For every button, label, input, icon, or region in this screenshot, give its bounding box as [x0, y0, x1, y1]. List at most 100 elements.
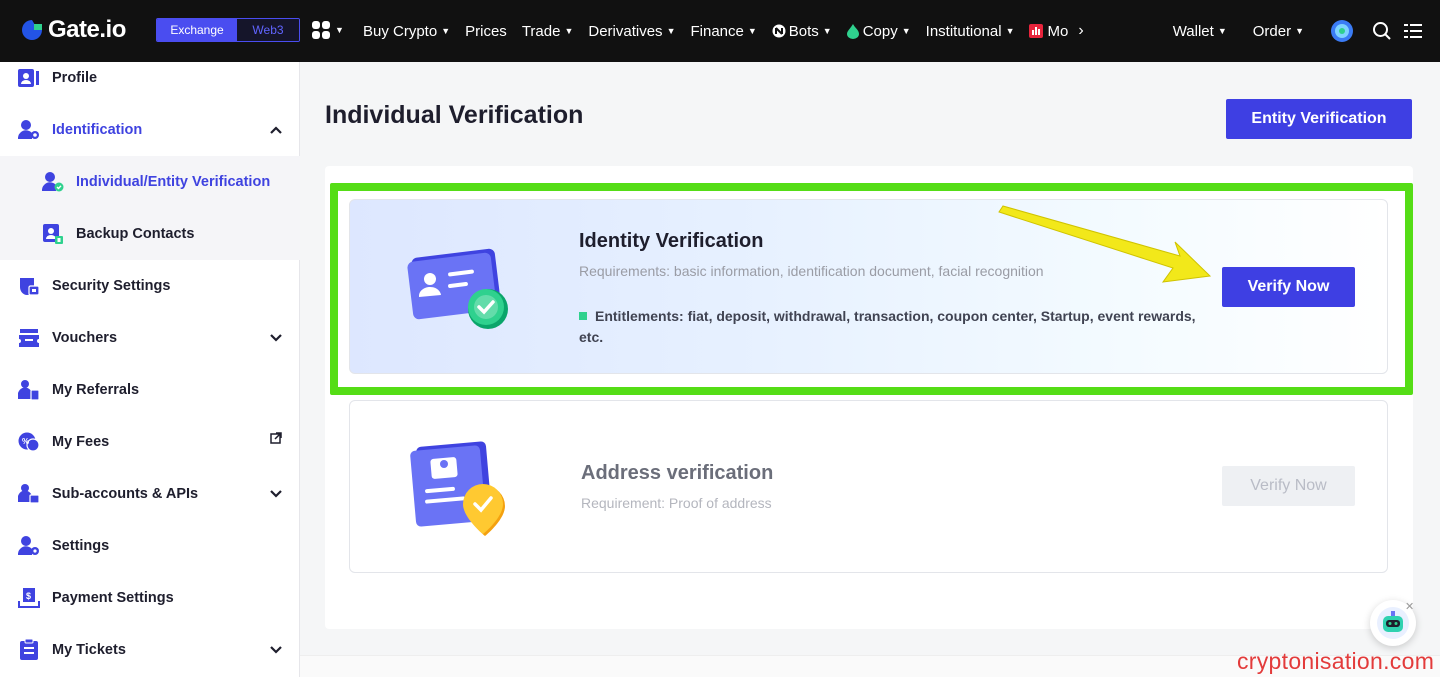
exchange-tab[interactable]: Exchange: [157, 19, 237, 41]
nav-label: Derivatives: [588, 22, 663, 40]
sidebar-item-label: Payment Settings: [52, 590, 174, 606]
chevron-down-icon: ▼: [564, 26, 574, 36]
identity-verify-now-button[interactable]: Verify Now: [1222, 267, 1355, 307]
chevron-down-icon: ▼: [666, 26, 676, 36]
payment-icon: $: [18, 587, 40, 609]
gate-logo[interactable]: Gate.io: [20, 16, 126, 44]
page-title: Individual Verification: [325, 101, 584, 129]
wallet-menu[interactable]: Wallet ▼: [1173, 23, 1227, 40]
yellow-arrow-icon: [998, 205, 1212, 283]
menu-button[interactable]: [1404, 23, 1422, 39]
sidebar-item-label: Identification: [52, 122, 143, 138]
id-card-illustration: [407, 248, 508, 329]
copy-flame-icon: [846, 23, 859, 39]
nav-bots[interactable]: Bots ▼: [772, 23, 832, 40]
sidebar-item-payment-settings[interactable]: $ Payment Settings: [0, 572, 300, 624]
sidebar-item-profile[interactable]: Profile: [0, 52, 300, 104]
svg-text:%: %: [22, 437, 29, 446]
profile-icon: [18, 67, 40, 89]
sidebar-item-label: My Referrals: [52, 382, 140, 398]
chevron-down-icon: ▼: [441, 26, 451, 36]
nav-label: Finance: [690, 22, 744, 40]
chevron-down-icon: ▼: [1005, 26, 1015, 36]
search-icon: [1373, 22, 1391, 40]
bullet-icon: [579, 312, 587, 320]
address-verify-now-button[interactable]: Verify Now: [1222, 466, 1355, 506]
nav-label: Bots: [788, 22, 819, 40]
chart-icon: [1029, 24, 1044, 38]
sidebar: Profile Identification Individual/Entity…: [0, 62, 300, 677]
sub-accounts-icon: [18, 483, 40, 505]
sidebar-item-label: Sub-accounts & APIs: [52, 486, 199, 502]
chevron-down-icon: [270, 330, 282, 346]
nav-label: Mo: [1047, 22, 1069, 40]
address-title: Address verification: [581, 462, 774, 484]
chevron-down-icon: ▼: [901, 26, 911, 36]
identification-icon: [18, 119, 40, 141]
nav-derivatives[interactable]: Derivatives ▼: [588, 23, 675, 40]
apps-menu[interactable]: ▼: [311, 20, 344, 40]
order-label: Order: [1252, 22, 1292, 40]
chevron-right-icon[interactable]: ›: [1078, 22, 1083, 40]
nav-label: Institutional: [925, 22, 1002, 40]
apps-grid-icon: [312, 21, 330, 39]
user-check-icon: [42, 171, 64, 193]
tickets-icon: [18, 639, 40, 661]
nav-institutional[interactable]: Institutional ▼: [926, 23, 1015, 40]
avatar[interactable]: [1330, 19, 1354, 43]
entity-verification-button[interactable]: Entity Verification: [1226, 99, 1412, 139]
avatar-icon: [1331, 20, 1353, 42]
voucher-icon: [18, 327, 40, 349]
sidebar-item-individual-entity-verification[interactable]: Individual/Entity Verification: [0, 156, 300, 208]
nav-trade[interactable]: Trade ▼: [522, 23, 574, 40]
sidebar-item-my-fees[interactable]: % My Fees: [0, 416, 300, 468]
entitlements-text: Entitlements: fiat, deposit, withdrawal,…: [579, 308, 1196, 345]
address-document-illustration: [410, 441, 505, 536]
sidebar-item-identification[interactable]: Identification: [0, 104, 300, 156]
referrals-icon: [18, 379, 40, 401]
sidebar-item-label: Individual/Entity Verification: [76, 174, 271, 190]
contacts-icon: [42, 223, 64, 245]
bots-icon: [772, 24, 786, 38]
sidebar-item-my-referrals[interactable]: My Referrals: [0, 364, 300, 416]
main-nav: Buy Crypto ▼ Prices Trade ▼ Derivatives ▼ F…: [363, 0, 1099, 62]
sidebar-item-label: Security Settings: [52, 278, 171, 294]
gate-logo-icon: [22, 20, 42, 40]
settings-icon: [18, 535, 40, 557]
nav-label: Buy Crypto: [363, 22, 438, 40]
sidebar-item-label: My Fees: [52, 434, 110, 450]
nav-prices[interactable]: Prices: [465, 23, 507, 40]
web3-tab[interactable]: Web3: [237, 19, 299, 41]
sidebar-item-settings[interactable]: Settings: [0, 520, 300, 572]
chevron-down-icon: ▼: [335, 25, 344, 35]
sidebar-item-label: My Tickets: [52, 642, 126, 658]
sidebar-item-label: Backup Contacts: [76, 226, 195, 242]
nav-more[interactable]: Mo ›: [1029, 22, 1084, 40]
watermark-text: cryptonisation.com: [1237, 648, 1435, 674]
sidebar-item-sub-accounts-apis[interactable]: Sub-accounts & APIs: [0, 468, 300, 520]
sidebar-item-label: Profile: [52, 70, 98, 86]
sidebar-item-security-settings[interactable]: Security Settings: [0, 260, 300, 312]
order-menu[interactable]: Order ▼: [1253, 23, 1304, 40]
sidebar-item-my-tickets[interactable]: My Tickets: [0, 624, 300, 676]
sidebar-item-backup-contacts[interactable]: Backup Contacts: [0, 208, 300, 260]
external-link-icon[interactable]: [270, 432, 282, 448]
identity-entitlements: Entitlements: fiat, deposit, withdrawal,…: [579, 306, 1209, 348]
identity-requirements: Requirements: basic information, identif…: [579, 263, 1044, 279]
chevron-down-icon: ▼: [822, 26, 832, 36]
sidebar-item-vouchers[interactable]: Vouchers: [0, 312, 300, 364]
mode-switch: Exchange Web3: [156, 18, 300, 42]
nav-buy-crypto[interactable]: Buy Crypto ▼: [363, 23, 450, 40]
close-icon[interactable]: ✕: [1405, 600, 1414, 613]
chevron-down-icon: [270, 486, 282, 502]
nav-label: Prices: [465, 22, 507, 40]
wallet-label: Wallet: [1172, 22, 1214, 40]
nav-right: Wallet ▼ Order ▼: [1147, 0, 1422, 62]
svg-text:$: $: [26, 591, 31, 601]
nav-finance[interactable]: Finance ▼: [690, 23, 756, 40]
search-button[interactable]: [1372, 21, 1392, 41]
identity-title: Identity Verification: [579, 230, 764, 252]
chevron-down-icon: ▼: [1217, 26, 1227, 36]
nav-copy[interactable]: Copy ▼: [846, 23, 911, 40]
sidebar-item-label: Settings: [52, 538, 110, 554]
